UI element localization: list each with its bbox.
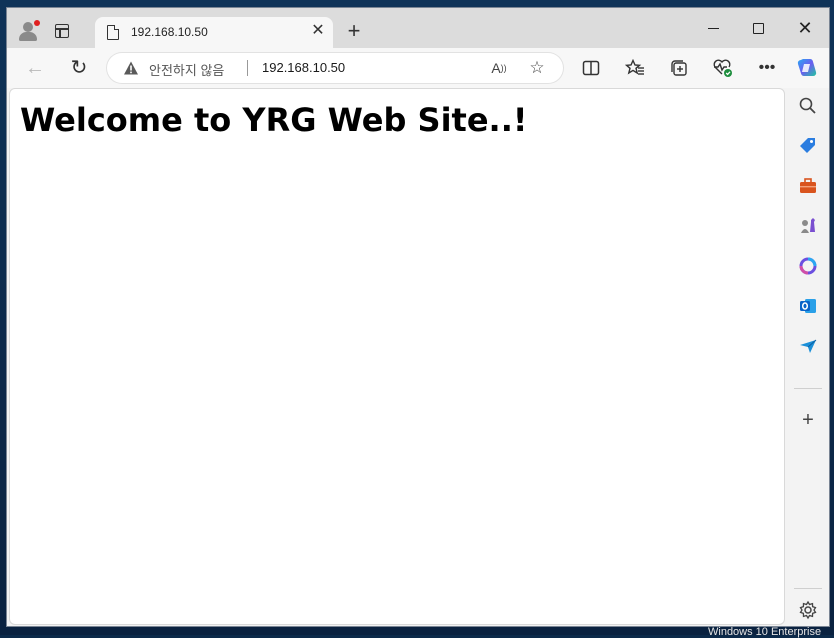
- security-label[interactable]: 안전하지 않음: [149, 60, 224, 79]
- sidebar-divider: [794, 388, 822, 389]
- tab-strip: 192.168.10.50 ✕ + ✕: [7, 8, 829, 49]
- plus-icon[interactable]: +: [343, 20, 365, 42]
- refresh-icon[interactable]: ↻: [67, 56, 91, 80]
- copilot-icon[interactable]: [795, 56, 819, 80]
- page-heading: Welcome to YRG Web Site..!: [20, 101, 528, 139]
- browser-tab[interactable]: 192.168.10.50 ✕: [95, 17, 333, 49]
- window-close-button[interactable]: ✕: [785, 16, 825, 40]
- profile-avatar-icon[interactable]: [17, 20, 40, 42]
- plus-icon[interactable]: +: [796, 408, 820, 432]
- web-content: Welcome to YRG Web Site..!: [9, 88, 785, 625]
- more-icon[interactable]: •••: [755, 56, 779, 80]
- close-icon[interactable]: ✕: [309, 22, 327, 40]
- m365-icon[interactable]: [796, 256, 820, 280]
- collections-icon[interactable]: [667, 56, 691, 80]
- chess-icon[interactable]: [796, 216, 820, 240]
- warning-icon[interactable]: [123, 60, 139, 76]
- toolbox-icon[interactable]: [796, 176, 820, 200]
- address-bar[interactable]: 안전하지 않음 192.168.10.50 A)) ☆: [107, 53, 563, 83]
- search-icon[interactable]: [796, 96, 820, 120]
- split-screen-icon[interactable]: [579, 56, 603, 80]
- edge-sidebar: +: [787, 88, 829, 626]
- star-icon[interactable]: ☆: [525, 56, 549, 80]
- toolbar: ← ↻ 안전하지 않음 192.168.10.50 A)) ☆ •••: [7, 48, 829, 88]
- read-aloud-icon[interactable]: A)): [487, 56, 511, 80]
- maximize-button[interactable]: [739, 16, 779, 40]
- gear-icon[interactable]: [796, 600, 820, 624]
- url-text[interactable]: 192.168.10.50: [262, 60, 345, 75]
- heartbeat-icon[interactable]: [711, 56, 735, 80]
- page-icon: [107, 25, 119, 40]
- outlook-icon[interactable]: [796, 296, 820, 320]
- arrow-left-icon[interactable]: ←: [23, 56, 47, 80]
- address-separator: [247, 60, 248, 76]
- tab-title: 192.168.10.50: [131, 25, 208, 39]
- minimize-button[interactable]: [693, 16, 733, 40]
- tag-icon[interactable]: [796, 136, 820, 160]
- send-icon[interactable]: [796, 336, 820, 360]
- favorites-icon[interactable]: [623, 56, 647, 80]
- tab-actions-icon[interactable]: [51, 20, 73, 42]
- sidebar-divider: [794, 588, 822, 589]
- browser-window: 192.168.10.50 ✕ + ✕ ← ↻ 안전하지 않음 192.168.…: [6, 7, 830, 627]
- os-watermark: Windows 10 Enterprise: [708, 626, 822, 638]
